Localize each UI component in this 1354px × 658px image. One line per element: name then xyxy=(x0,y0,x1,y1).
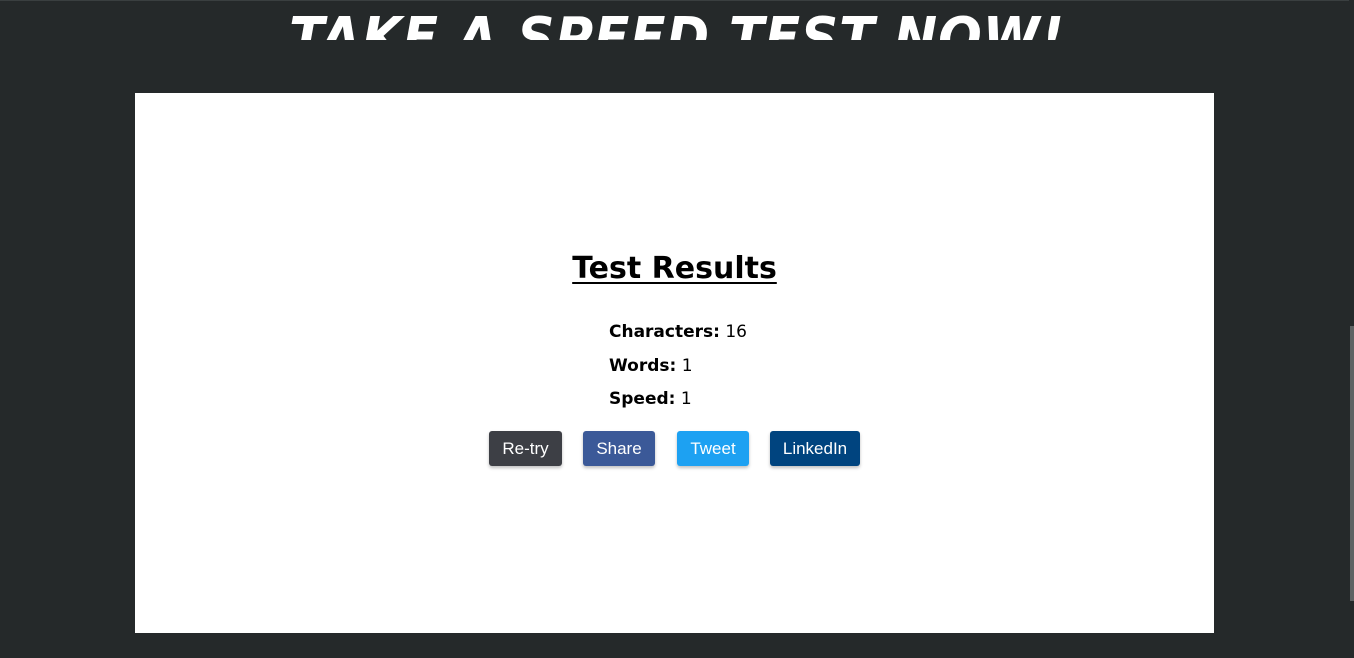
stat-characters: Characters: 16 xyxy=(609,320,747,354)
scrollbar-thumb[interactable] xyxy=(1350,326,1354,601)
retry-button[interactable]: Re-try xyxy=(489,431,562,466)
results-card: Test Results Characters: 16 Words: 1 Spe… xyxy=(135,93,1214,633)
stat-value: 1 xyxy=(680,389,692,409)
stats-list: Characters: 16 Words: 1 Speed: 1 xyxy=(609,320,747,421)
share-button[interactable]: Share xyxy=(583,431,655,466)
stat-label: Characters: xyxy=(609,322,720,342)
stat-speed: Speed: 1 xyxy=(609,387,747,421)
headline-container: Take a speed test now! xyxy=(0,0,1354,40)
linkedin-button[interactable]: LinkedIn xyxy=(770,431,860,466)
results-title: Test Results xyxy=(572,251,777,286)
stat-value: 16 xyxy=(725,322,747,342)
page-headline: Take a speed test now! xyxy=(289,5,1065,40)
stat-label: Words: xyxy=(609,355,677,376)
stat-label: Speed: xyxy=(609,389,676,409)
stat-words: Words: 1 xyxy=(609,354,747,388)
tweet-button[interactable]: Tweet xyxy=(677,431,749,466)
stat-value: 1 xyxy=(681,355,693,376)
